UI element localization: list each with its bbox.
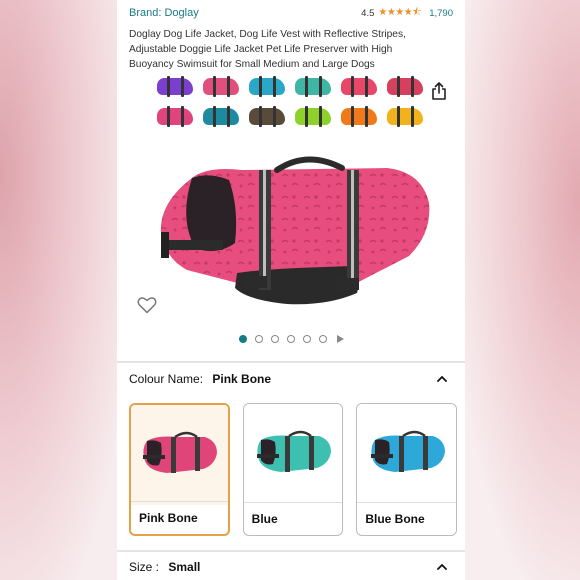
carousel-dot[interactable]	[286, 335, 295, 343]
background-right	[464, 0, 580, 580]
colour-options: Pink Bone Blue Blue Bone	[129, 403, 458, 536]
colour-option-image	[131, 405, 228, 505]
chevron-up-icon[interactable]	[437, 562, 447, 572]
swatch-strap	[227, 106, 230, 127]
color-swatch[interactable]	[245, 104, 289, 130]
size-label: Size :	[129, 560, 160, 574]
wishlist-heart-icon[interactable]	[137, 296, 157, 314]
chevron-up-icon[interactable]	[437, 374, 447, 384]
swatch-strap	[305, 76, 308, 97]
color-swatch[interactable]	[291, 74, 335, 100]
color-swatch[interactable]	[199, 104, 243, 130]
product-image[interactable]	[147, 148, 437, 323]
swatch-strap	[259, 106, 262, 127]
top-bar: Brand: Doglay 4.5 ★★★★⯪ 1,790	[129, 5, 453, 21]
swatch-strap	[351, 76, 354, 97]
swatch-vest	[203, 78, 239, 95]
product-page: Brand: Doglay 4.5 ★★★★⯪ 1,790 Doglay Dog…	[117, 0, 465, 580]
swatch-strap	[259, 76, 262, 97]
swatch-strap	[273, 76, 276, 97]
swatch-strap	[181, 106, 184, 127]
colour-option-card[interactable]: Blue	[242, 403, 344, 536]
swatch-strap	[273, 106, 276, 127]
carousel-dot[interactable]	[302, 335, 311, 343]
brand-link[interactable]: Brand: Doglay	[129, 7, 199, 19]
share-icon[interactable]	[431, 82, 447, 100]
carousel-dot[interactable]	[238, 335, 247, 343]
swatch-strap	[167, 76, 170, 97]
swatch-vest	[295, 78, 331, 95]
swatch-vest	[157, 108, 193, 125]
swatch-strap	[351, 106, 354, 127]
rating-count[interactable]: 1,790	[429, 8, 453, 19]
colour-option-name: Blue Bone	[365, 512, 425, 526]
section-divider	[117, 361, 465, 363]
colour-option-image	[357, 404, 457, 504]
background-left	[0, 0, 117, 580]
carousel-indicator	[117, 335, 465, 343]
swatch-strap	[397, 76, 400, 97]
color-swatch-grid	[153, 74, 433, 130]
colour-value: Pink Bone	[212, 372, 272, 386]
swatch-strap	[411, 76, 414, 97]
swatch-strap	[167, 106, 170, 127]
swatch-vest	[203, 108, 239, 125]
rating-stars-icon: ★★★★⯪	[378, 6, 422, 18]
size-value: Small	[168, 560, 201, 574]
swatch-strap	[397, 106, 400, 127]
colour-section-header[interactable]: Colour Name: Pink Bone	[129, 372, 447, 386]
color-swatch[interactable]	[337, 104, 381, 130]
color-swatch[interactable]	[153, 74, 197, 100]
colour-label: Colour Name:	[129, 372, 204, 386]
colour-option-card[interactable]: Pink Bone	[129, 403, 230, 536]
colour-option-name: Blue	[251, 512, 278, 526]
section-divider	[117, 550, 465, 552]
swatch-vest	[249, 78, 285, 95]
rating-summary[interactable]: 4.5 ★★★★⯪ 1,790	[361, 5, 453, 22]
colour-option-name: Pink Bone	[139, 511, 198, 525]
carousel-dot[interactable]	[318, 335, 327, 343]
swatch-strap	[181, 76, 184, 97]
swatch-strap	[411, 106, 414, 127]
swatch-vest	[295, 108, 331, 125]
swatch-vest	[341, 78, 377, 95]
carousel-dot[interactable]	[254, 335, 263, 343]
swatch-vest	[387, 78, 423, 95]
play-icon[interactable]	[336, 335, 344, 343]
swatch-vest	[387, 108, 423, 125]
swatch-vest	[157, 78, 193, 95]
swatch-strap	[213, 76, 216, 97]
carousel-dot[interactable]	[270, 335, 279, 343]
swatch-strap	[319, 106, 322, 127]
color-swatch[interactable]	[199, 74, 243, 100]
size-section-header[interactable]: Size : Small	[129, 560, 447, 574]
swatch-strap	[227, 76, 230, 97]
swatch-strap	[319, 76, 322, 97]
rating-value: 4.5	[361, 7, 375, 19]
colour-option-image	[243, 404, 343, 504]
color-swatch[interactable]	[153, 104, 197, 130]
color-swatch[interactable]	[337, 74, 381, 100]
color-swatch[interactable]	[291, 104, 335, 130]
swatch-vest	[341, 108, 377, 125]
swatch-strap	[365, 106, 368, 127]
color-swatch[interactable]	[383, 104, 427, 130]
swatch-strap	[365, 76, 368, 97]
colour-option-card[interactable]: Blue Bone	[356, 403, 458, 536]
swatch-strap	[305, 106, 308, 127]
product-title: Doglay Dog Life Jacket, Dog Life Vest wi…	[129, 29, 406, 70]
swatch-vest	[249, 108, 285, 125]
color-swatch[interactable]	[245, 74, 289, 100]
swatch-strap	[213, 106, 216, 127]
color-swatch[interactable]	[383, 74, 427, 100]
